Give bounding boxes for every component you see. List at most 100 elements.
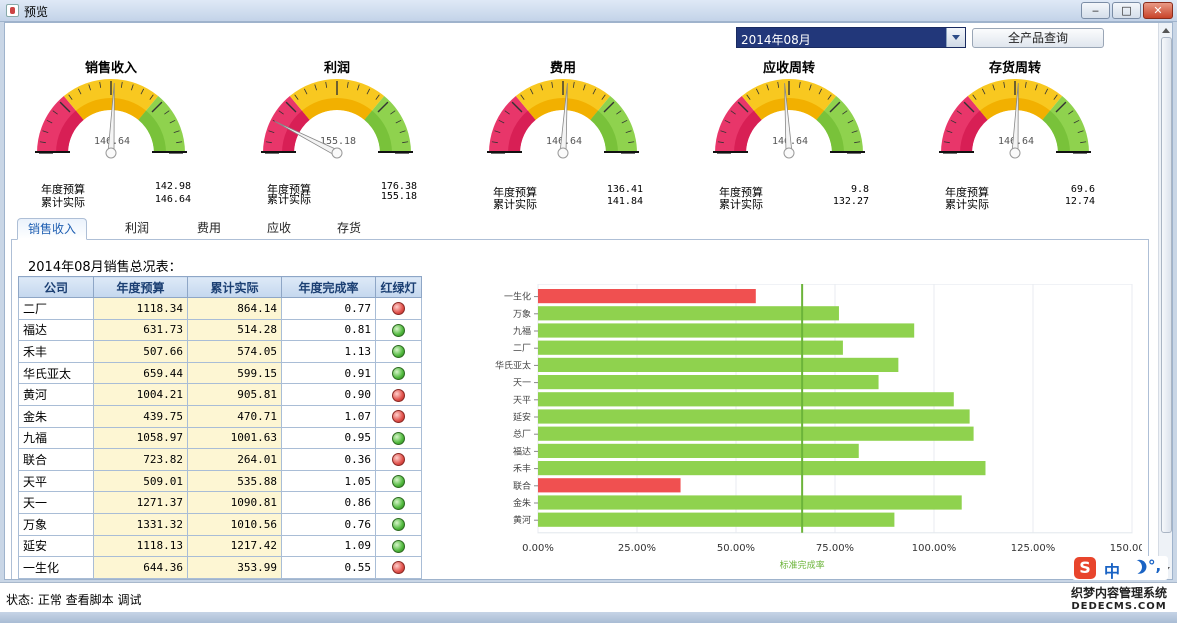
cell-company: 天平 [18,469,94,493]
chart-y-tick-label: 二厂 [513,343,531,354]
chart-bar[interactable] [538,426,974,441]
month-select[interactable]: 2014年08月 [736,27,966,48]
scrollbar-thumb[interactable] [1161,37,1172,533]
tab-expense[interactable]: 费用 [181,218,237,240]
green-light-icon [392,496,405,510]
table-row[interactable]: 福达 631.73 514.28 0.81 [18,318,422,342]
gauge-budget-value: 136.41 [606,184,643,195]
chart-y-tick-label: 九福 [513,325,531,337]
table-row[interactable]: 华氏亚太 659.44 599.15 0.91 [18,361,422,385]
scroll-up-icon[interactable] [1162,28,1170,33]
cell-budget: 631.73 [93,318,188,342]
column-header-budget[interactable]: 年度预算 [93,276,188,298]
chart-bar[interactable] [538,323,915,338]
gauge-dial [487,79,639,159]
cell-rate: 0.86 [281,491,376,514]
ime-language[interactable]: 中 [1104,558,1120,582]
cell-rate: 0.36 [281,448,376,471]
chart-bar[interactable] [538,443,859,458]
chart-bar[interactable] [538,340,843,355]
table-row[interactable]: 九福 1058.97 1001.63 0.95 [18,426,422,450]
tab-receivable[interactable]: 应收 [251,218,307,240]
cell-rate: 0.95 [281,426,376,450]
cell-budget: 509.01 [93,469,188,493]
cell-company: 一生化 [18,556,94,579]
cell-budget: 659.44 [93,361,188,385]
table-row[interactable]: 二厂 1118.34 864.14 0.77 [18,297,422,320]
cell-company: 延安 [18,534,94,558]
chart-bar[interactable] [538,306,839,321]
chevron-down-icon[interactable] [946,28,965,47]
cell-light [375,469,422,493]
watermark: 织梦内容管理系统 DEDECMS.COM [1066,586,1172,614]
chart-bar[interactable] [538,461,986,476]
ime-punctuation[interactable]: °, [1148,557,1161,575]
chart-x-tick-label: 50.00% [717,543,755,554]
green-light-icon [392,367,405,381]
table-row[interactable]: 万象 1331.32 1010.56 0.76 [18,512,422,536]
cell-rate: 0.91 [281,361,376,385]
table-row[interactable]: 禾丰 507.66 574.05 1.13 [18,340,422,363]
gauge-actual-row: 累计实际 146.64 [41,194,191,209]
window-title: 预览 [24,5,49,19]
table-row[interactable]: 一生化 644.36 353.99 0.55 [18,556,422,579]
cell-actual: 353.99 [187,556,282,579]
gauge-dial [713,79,865,159]
table-row[interactable]: 天一 1271.37 1090.81 0.86 [18,491,422,514]
column-header-company[interactable]: 公司 [18,276,94,298]
chart-bar[interactable] [538,392,954,407]
close-button[interactable]: ✕ [1143,2,1173,19]
chart-y-tick-label: 天一 [513,379,531,389]
table-row[interactable]: 延安 1118.13 1217.42 1.09 [18,534,422,558]
minimize-button[interactable]: ‒ [1081,2,1110,19]
tab-sales[interactable]: 销售收入 [17,218,87,240]
table-row[interactable]: 黄河 1004.21 905.81 0.90 [18,383,422,406]
green-light-icon [392,475,405,489]
cell-company: 联合 [18,448,94,471]
tab-inventory[interactable]: 存货 [321,218,377,240]
gauge-dial [261,79,413,159]
chart-x-tick-label: 75.00% [816,543,854,554]
ime-toolbar[interactable]: S 中 °, [1072,556,1168,582]
gauge-title: 存货周转 [988,61,1041,76]
chart-bar[interactable] [538,495,962,510]
chart-y-tick-label: 延安 [513,411,531,423]
chart-y-tick-label: 福达 [513,445,531,457]
cell-rate: 0.76 [281,512,376,536]
gauge-actual-row: 累计实际 12.74 [945,196,1095,211]
chart-bar[interactable] [538,289,756,304]
cell-light [375,318,422,342]
gauge-actual-value: 141.84 [606,196,643,207]
cell-actual: 574.05 [187,340,282,363]
chart-bar[interactable] [538,375,879,390]
gauge-title: 利润 [323,61,350,76]
cell-light [375,404,422,428]
chart-bar[interactable] [538,409,970,424]
cell-actual: 905.81 [187,383,282,406]
gauge-title: 销售收入 [84,61,137,76]
gauge-budget-row: 年度预算 142.98 [41,181,191,196]
vertical-scrollbar[interactable] [1158,23,1172,579]
table-row[interactable]: 金朱 439.75 470.71 1.07 [18,404,422,428]
table-row[interactable]: 联合 723.82 264.01 0.36 [18,448,422,471]
gauge-actual-label: 累计实际 [945,198,989,211]
all-products-query-button[interactable]: 全产品查询 [972,28,1104,48]
column-header-actual[interactable]: 累计实际 [187,276,282,298]
table-row[interactable]: 天平 509.01 535.88 1.05 [18,469,422,493]
tab-profit[interactable]: 利润 [109,218,165,240]
gauge-pivot [105,147,117,159]
maximize-button[interactable]: □ [1112,2,1141,19]
cell-light [375,426,422,450]
column-header-rate[interactable]: 年度完成率 [281,276,376,298]
chart-bar[interactable] [538,478,681,493]
cell-budget: 723.82 [93,448,188,471]
cell-actual: 535.88 [187,469,282,493]
chart-bar[interactable] [538,357,899,372]
chart-bar[interactable] [538,512,895,527]
chart-x-tick-label: 125.00% [1011,543,1056,554]
cell-actual: 1217.42 [187,534,282,558]
column-header-light[interactable]: 红绿灯 [375,276,422,298]
cell-light [375,491,422,514]
gauge-title: 费用 [549,61,576,76]
moon-icon[interactable] [1125,557,1144,576]
